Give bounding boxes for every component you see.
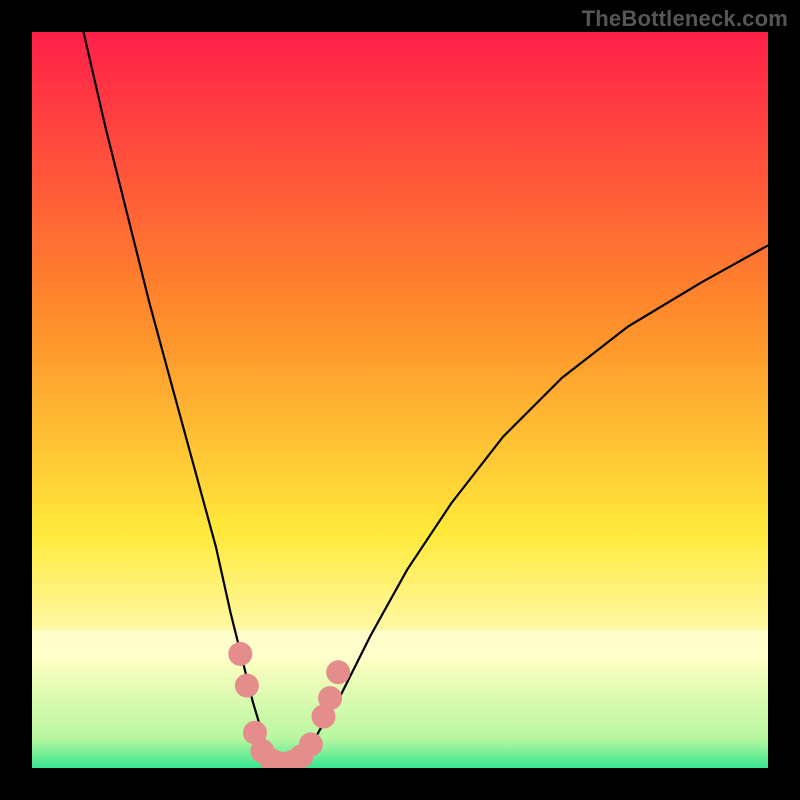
chart-svg	[32, 32, 768, 768]
marker-dot	[299, 732, 323, 756]
marker-dot	[235, 674, 259, 698]
chart-stage: TheBottleneck.com	[0, 0, 800, 800]
marker-dot	[228, 642, 252, 666]
pale-band	[32, 630, 768, 660]
watermark-text: TheBottleneck.com	[582, 6, 788, 32]
marker-dot	[326, 660, 350, 684]
plot-area	[32, 32, 768, 768]
marker-dot	[318, 686, 342, 710]
